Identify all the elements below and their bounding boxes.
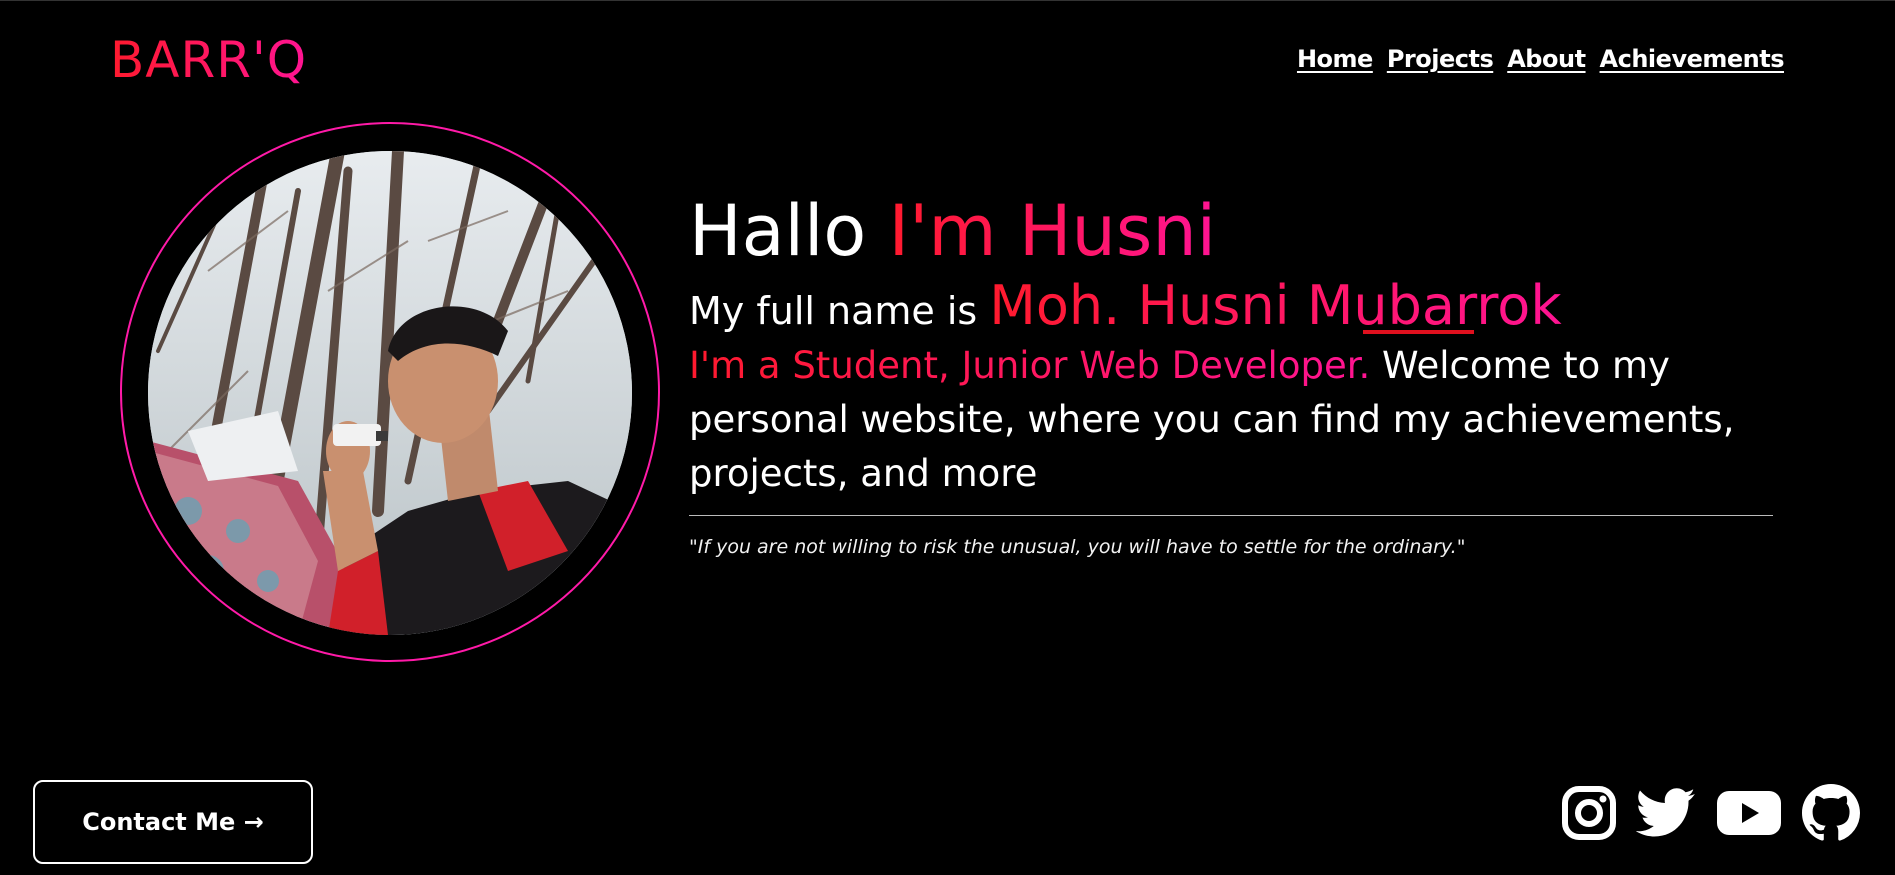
fullname-prefix: My full name is xyxy=(689,289,990,333)
profile-photo xyxy=(148,151,632,635)
page: BARR'Q Home Projects About Achievements xyxy=(0,0,1895,875)
nav-achievements-link[interactable]: Achievements xyxy=(1600,45,1785,73)
hero-name-short: I'm Husni xyxy=(888,190,1217,272)
nav-home-link[interactable]: Home xyxy=(1297,45,1373,73)
hero-role: I'm a Student, Junior Web Developer. xyxy=(689,344,1371,387)
twitter-icon[interactable] xyxy=(1636,787,1696,839)
fullname-value: Moh. Husni Mubarrok xyxy=(989,274,1562,337)
site-logo[interactable]: BARR'Q xyxy=(110,29,307,91)
fullname-underline xyxy=(1363,330,1474,334)
nav-about-link[interactable]: About xyxy=(1507,45,1586,73)
github-icon[interactable] xyxy=(1802,784,1860,842)
hero-intro: I'm a Student, Junior Web Developer. Wel… xyxy=(689,339,1789,501)
main-nav: Home Projects About Achievements xyxy=(1297,45,1785,73)
hero-quote: "If you are not willing to risk the unus… xyxy=(689,536,1466,558)
contact-me-button[interactable]: Contact Me → xyxy=(33,780,313,864)
hero-title: Hallo I'm Husni xyxy=(689,189,1216,273)
instagram-icon[interactable] xyxy=(1562,786,1616,840)
profile-photo-illustration xyxy=(148,151,632,635)
youtube-icon[interactable] xyxy=(1716,789,1782,837)
social-links xyxy=(1562,784,1860,842)
hero-greeting: Hallo xyxy=(689,190,889,272)
nav-projects-link[interactable]: Projects xyxy=(1387,45,1494,73)
hero-divider xyxy=(689,515,1773,516)
